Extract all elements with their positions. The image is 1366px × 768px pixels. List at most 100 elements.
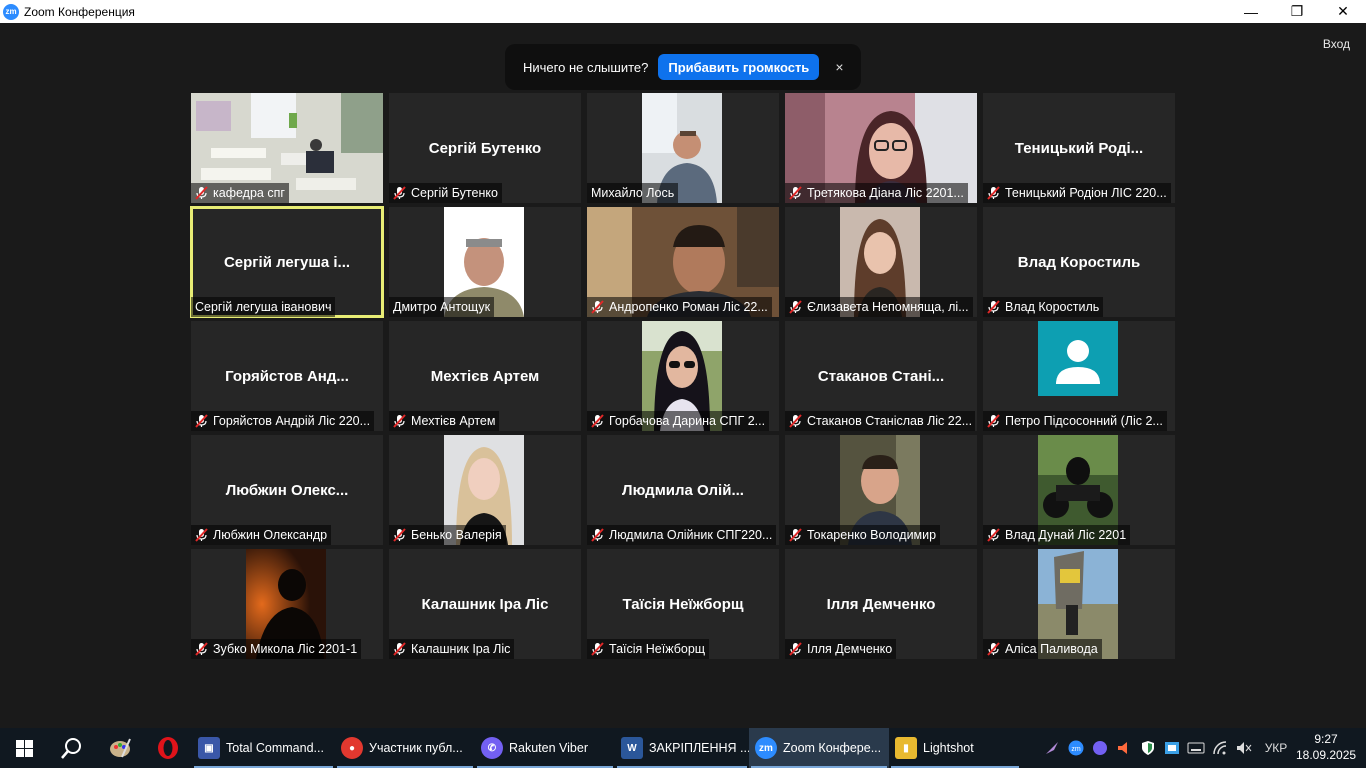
participant-tile[interactable]: Третякова Діана Ліс 2201... [785,93,977,203]
participant-name: Аліса Паливода [1005,642,1098,656]
participant-label: Стаканов Станіслав Ліс 22... [785,411,975,431]
participant-tile[interactable]: Калашник Іра Ліс Калашник Іра Ліс [389,549,581,659]
increase-volume-button[interactable]: Прибавить громкость [658,54,820,80]
muted-mic-icon [591,642,604,656]
participant-label: Людмила Олійник СПГ220... [587,525,777,545]
participant-tile[interactable]: Петро Підсосонний (Ліс 2... [983,321,1175,431]
taskbar-app-label: Lightshot [923,741,974,755]
participant-tile[interactable]: Влад Коростиль Влад Коростиль [983,207,1175,317]
participant-tile[interactable]: Стаканов Стані... Стаканов Станіслав Ліс … [785,321,977,431]
participant-tile[interactable]: Ілля Демченко Ілля Демченко [785,549,977,659]
search-icon[interactable] [48,728,96,768]
participant-tile[interactable]: Сергій Бутенко Сергій Бутенко [389,93,581,203]
windows-start-icon[interactable] [0,728,48,768]
taskbar-app-label: Участник публ... [369,741,463,755]
participant-label: Бенько Валерія [389,525,506,545]
participant-tile[interactable]: Андропенко Роман Ліс 22... [587,207,779,317]
participant-name: Петро Підсосонний (Ліс 2... [1005,414,1163,428]
participant-tile[interactable]: Дмитро Антощук [389,207,581,317]
muted-mic-icon [591,300,604,314]
zoom-icon: zm [755,737,777,759]
participant-tile[interactable]: Михайло Лось [587,93,779,203]
participant-label: Михайло Лось [587,183,679,203]
participant-label: Мехтієв Артем [389,411,500,431]
participant-tile[interactable]: Токаренко Володимир [785,435,977,545]
muted-mic-icon [591,528,604,542]
muted-mic-icon [393,528,406,542]
participant-tile[interactable]: Мехтієв Артем Мехтієв Артем [389,321,581,431]
participant-label: Сергій Бутенко [389,183,502,203]
participant-tile[interactable]: Влад Дунай Ліс 2201 [983,435,1175,545]
participant-label: Зубко Микола Ліс 2201-1 [191,639,362,659]
zoom-tray-icon[interactable]: zm [1064,728,1088,768]
viber-tray-icon[interactable] [1088,728,1112,768]
taskbar-app-label: Total Command... [226,741,324,755]
participant-tile[interactable]: Теницький Роді... Теницький Родіон ЛІС 22… [983,93,1175,203]
close-button[interactable]: ✕ [1320,0,1366,23]
wifi-icon[interactable] [1208,728,1232,768]
participant-label: Теницький Родіон ЛІС 220... [983,183,1171,203]
participant-tile[interactable]: Єлизавета Непомняща, лі... [785,207,977,317]
participant-tile[interactable]: Людмила Олій... Людмила Олійник СПГ220... [587,435,779,545]
volume-icon[interactable] [1232,728,1256,768]
taskbar-app[interactable]: ● Участник публ... [335,728,475,768]
notice-text: Ничего не слышите? [523,59,649,75]
participant-label: Калашник Іра Ліс [389,639,515,659]
floppy-icon: ▣ [198,737,220,759]
language-indicator[interactable]: УКР [1256,728,1296,768]
exit-fullscreen-button[interactable]: Вход [1323,37,1350,51]
participant-name: Андропенко Роман Ліс 22... [609,300,768,314]
taskbar-app-label: Zoom Конфере... [783,741,882,755]
participant-label: Таїсія Неїжборщ [587,639,710,659]
participant-tile[interactable]: Бенько Валерія [389,435,581,545]
minimize-button[interactable]: — [1228,0,1274,23]
chrome-icon: ● [341,737,363,759]
speaker-muted-icon[interactable] [1112,728,1136,768]
opera-icon[interactable] [144,728,192,768]
muted-mic-icon [789,300,802,314]
folder-icon: ▮ [895,737,917,759]
participant-tile[interactable]: Любжин Олекс... Любжин Олександр [191,435,383,545]
participant-label: Влад Коростиль [983,297,1104,317]
taskbar-app[interactable]: ▮ Lightshot [889,728,1021,768]
participant-tile[interactable]: Сергій легуша і... Сергій легуша іванович [190,206,384,318]
participant-tile[interactable]: Зубко Микола Ліс 2201-1 [191,549,383,659]
taskbar-app[interactable]: ▣ Total Command... [192,728,335,768]
shield-icon[interactable] [1136,728,1160,768]
participant-name: Бенько Валерія [411,528,502,542]
participant-label: Влад Дунай Ліс 2201 [983,525,1131,545]
close-icon[interactable]: × [835,59,843,75]
taskbar-app[interactable]: ✆ Rakuten Viber [475,728,615,768]
muted-mic-icon [393,642,406,656]
muted-mic-icon [789,414,802,428]
paint-palette-icon[interactable] [96,728,144,768]
keyboard-icon[interactable] [1184,728,1208,768]
muted-mic-icon [195,414,208,428]
participant-name: Сергій легуша іванович [195,300,332,314]
muted-mic-icon [195,186,208,200]
svg-text:zm: zm [1071,746,1081,753]
clock-time: 9:27 [1314,732,1338,746]
clock[interactable]: 9:27 18.09.2025 [1296,731,1356,763]
meeting-area: Вход Ничего не слышите? Прибавить громко… [0,23,1366,728]
participant-tile[interactable]: кафедра спг [191,93,383,203]
network-settings-icon[interactable] [1160,728,1184,768]
participant-tile[interactable]: Таїсія Неїжборщ Таїсія Неїжборщ [587,549,779,659]
muted-mic-icon [987,528,1000,542]
participant-label: Андропенко Роман Ліс 22... [587,297,772,317]
restore-button[interactable]: ❐ [1274,0,1320,23]
window-title: Zoom Конференция [24,4,135,19]
participant-tile[interactable]: Горбачова Дарина СПГ 2... [587,321,779,431]
taskbar-app[interactable]: zm Zoom Конфере... [749,728,889,768]
participant-tile[interactable]: Аліса Паливода [983,549,1175,659]
participant-label: Дмитро Антощук [389,297,495,317]
muted-mic-icon [591,414,604,428]
participant-name: Токаренко Володимир [807,528,937,542]
muted-mic-icon [393,186,406,200]
participant-name: Любжин Олександр [213,528,328,542]
participant-tile[interactable]: Горяйстов Анд... Горяйстов Андрій Ліс 220… [191,321,383,431]
participant-label: Любжин Олександр [191,525,332,545]
taskbar-app[interactable]: W ЗАКРІПЛЕННЯ ... [615,728,749,768]
feather-icon[interactable] [1040,728,1064,768]
clock-date: 18.09.2025 [1296,748,1357,762]
